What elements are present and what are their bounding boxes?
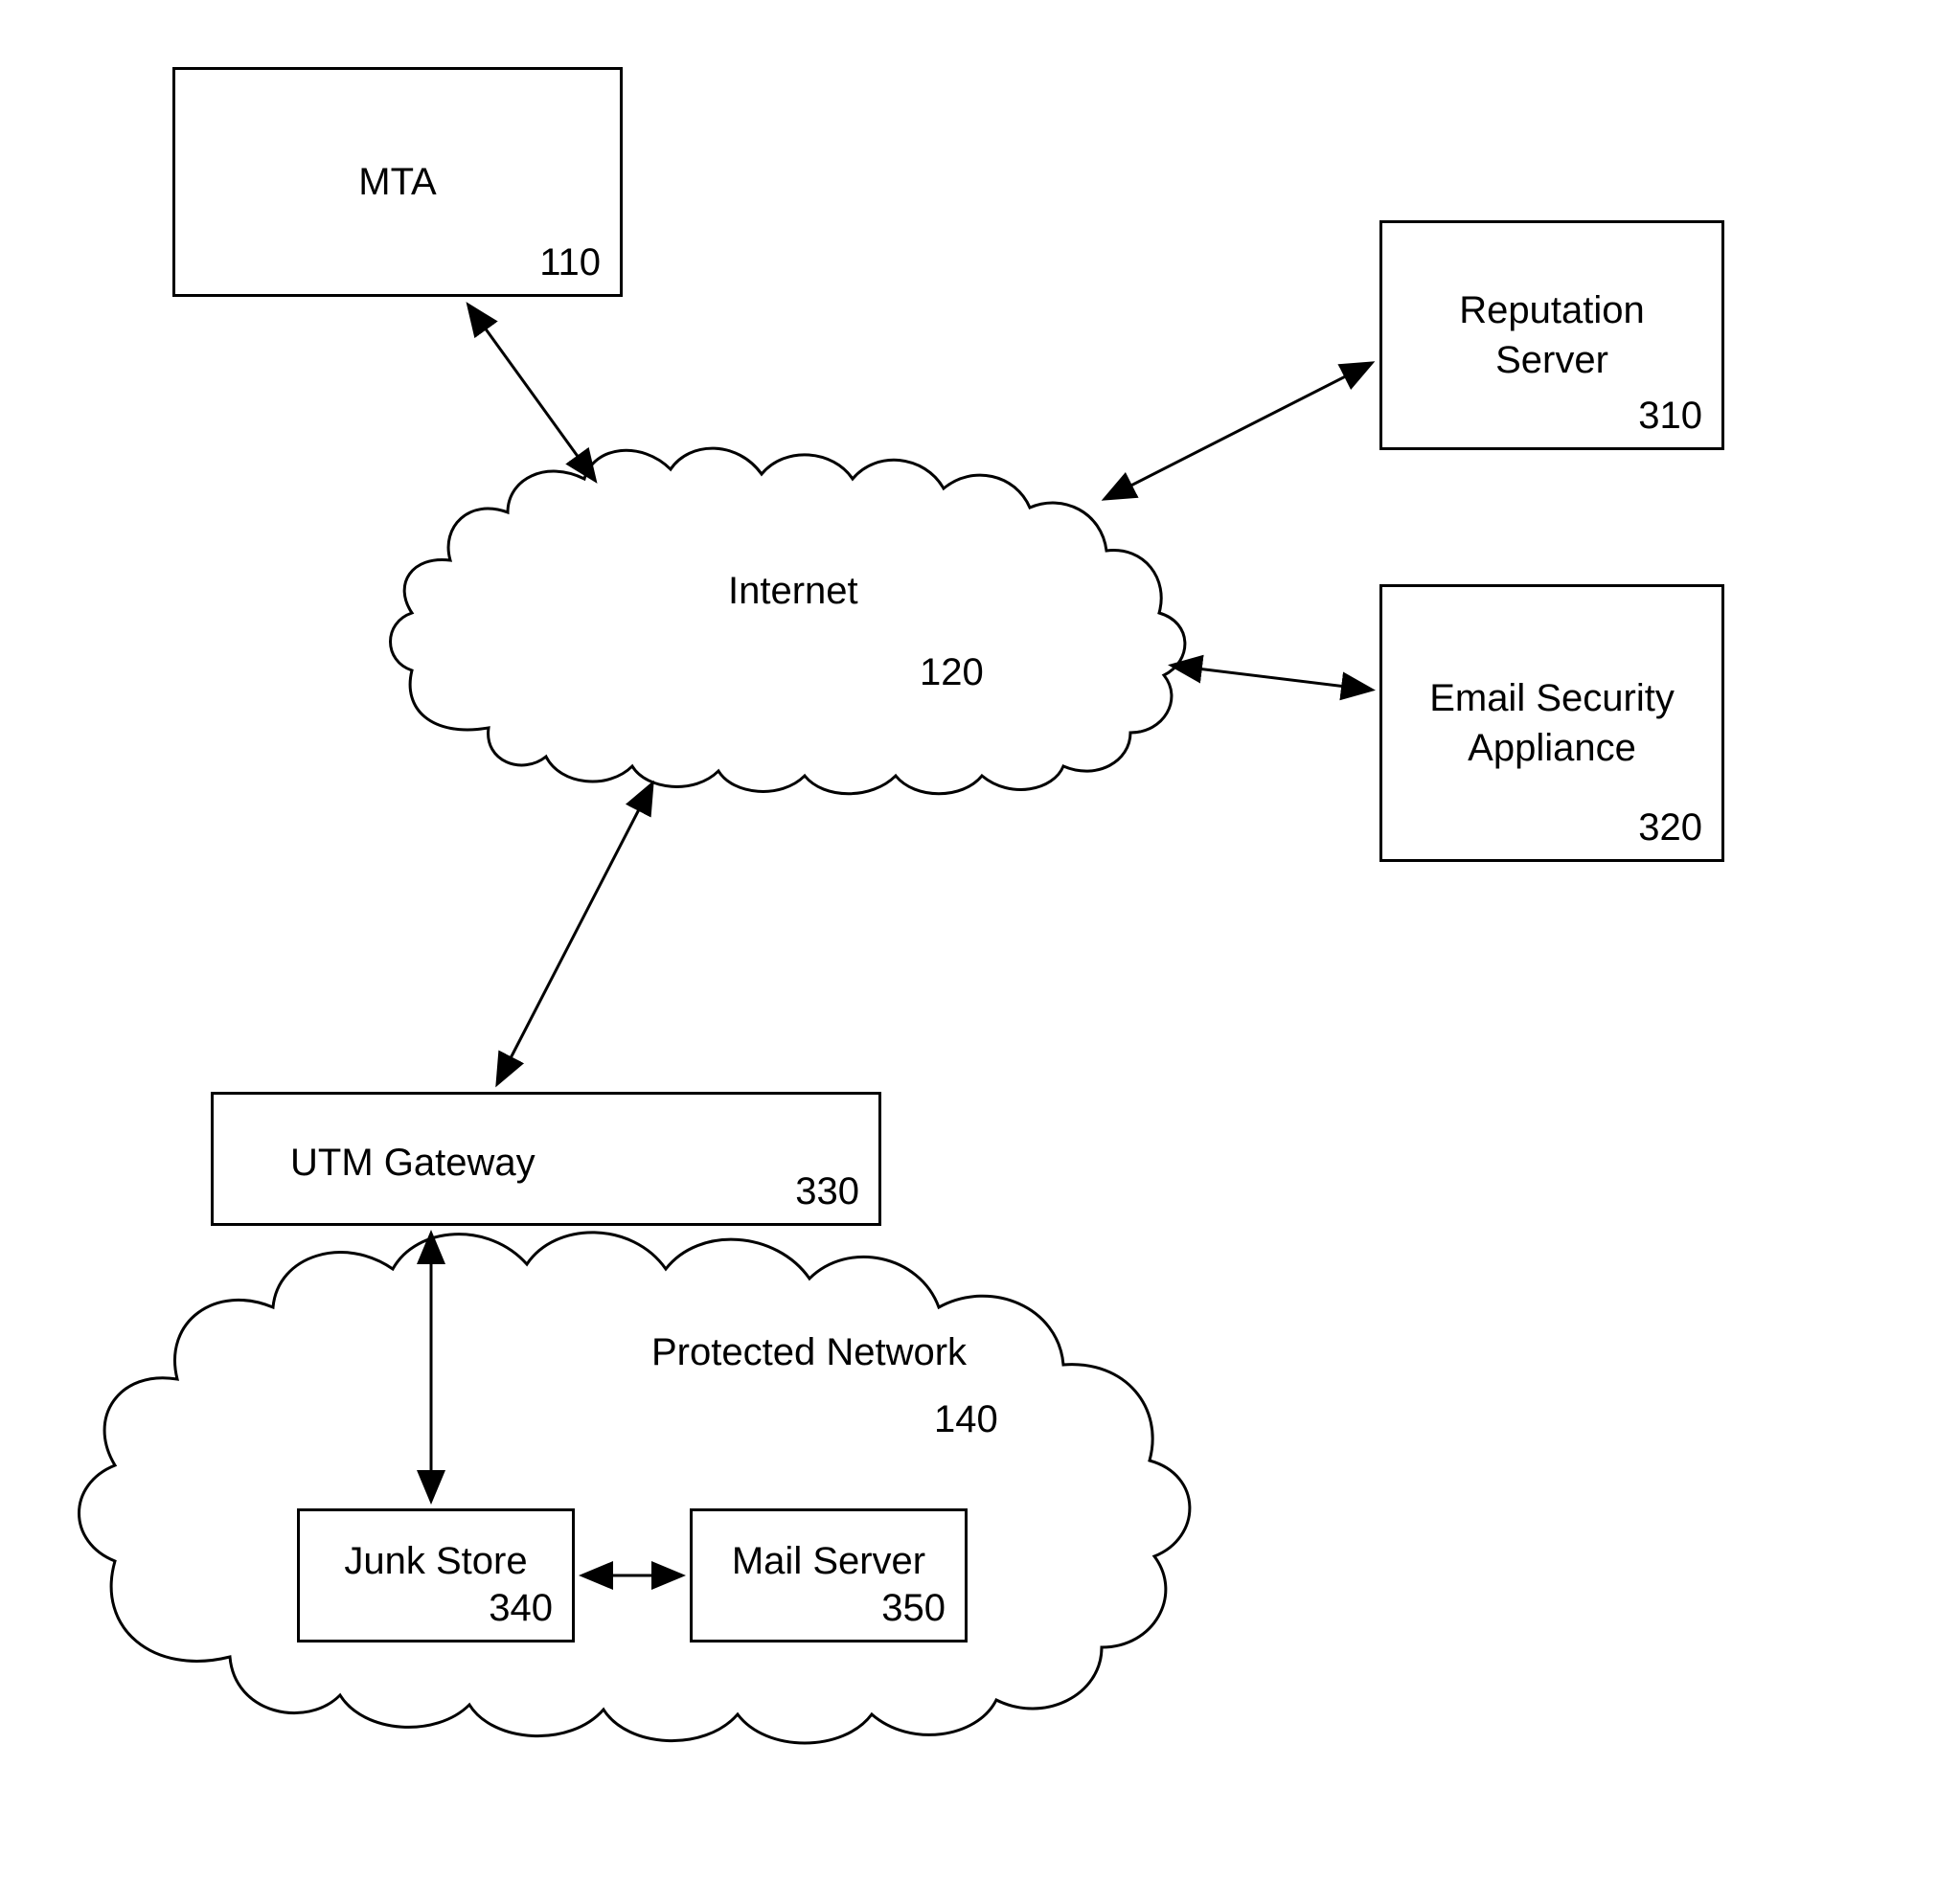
email-security-label: Email Security Appliance (1429, 673, 1675, 773)
connector-internet-utm (498, 785, 651, 1082)
protected-network-cloud (57, 1159, 1284, 1772)
email-security-number: 320 (1638, 806, 1702, 850)
mail-server-node: Mail Server 350 (690, 1508, 968, 1642)
protected-network-number: 140 (934, 1398, 998, 1441)
mta-number: 110 (539, 241, 601, 284)
internet-number: 120 (920, 651, 984, 694)
mail-server-label: Mail Server (732, 1536, 925, 1586)
mta-label: MTA (358, 157, 436, 207)
internet-cloud (374, 421, 1207, 804)
network-diagram: MTA 110 Reputation Server 310 Email Secu… (0, 0, 1960, 1903)
junk-store-node: Junk Store 340 (297, 1508, 575, 1642)
junk-store-label: Junk Store (344, 1536, 527, 1586)
junk-store-number: 340 (489, 1587, 553, 1630)
reputation-server-label: Reputation Server (1459, 285, 1644, 385)
reputation-server-node: Reputation Server 310 (1379, 220, 1724, 450)
reputation-server-number: 310 (1638, 395, 1702, 438)
email-security-node: Email Security Appliance 320 (1379, 584, 1724, 862)
protected-network-label: Protected Network (651, 1331, 967, 1374)
mta-node: MTA 110 (172, 67, 623, 297)
mail-server-number: 350 (881, 1587, 946, 1630)
internet-label: Internet (728, 570, 858, 613)
